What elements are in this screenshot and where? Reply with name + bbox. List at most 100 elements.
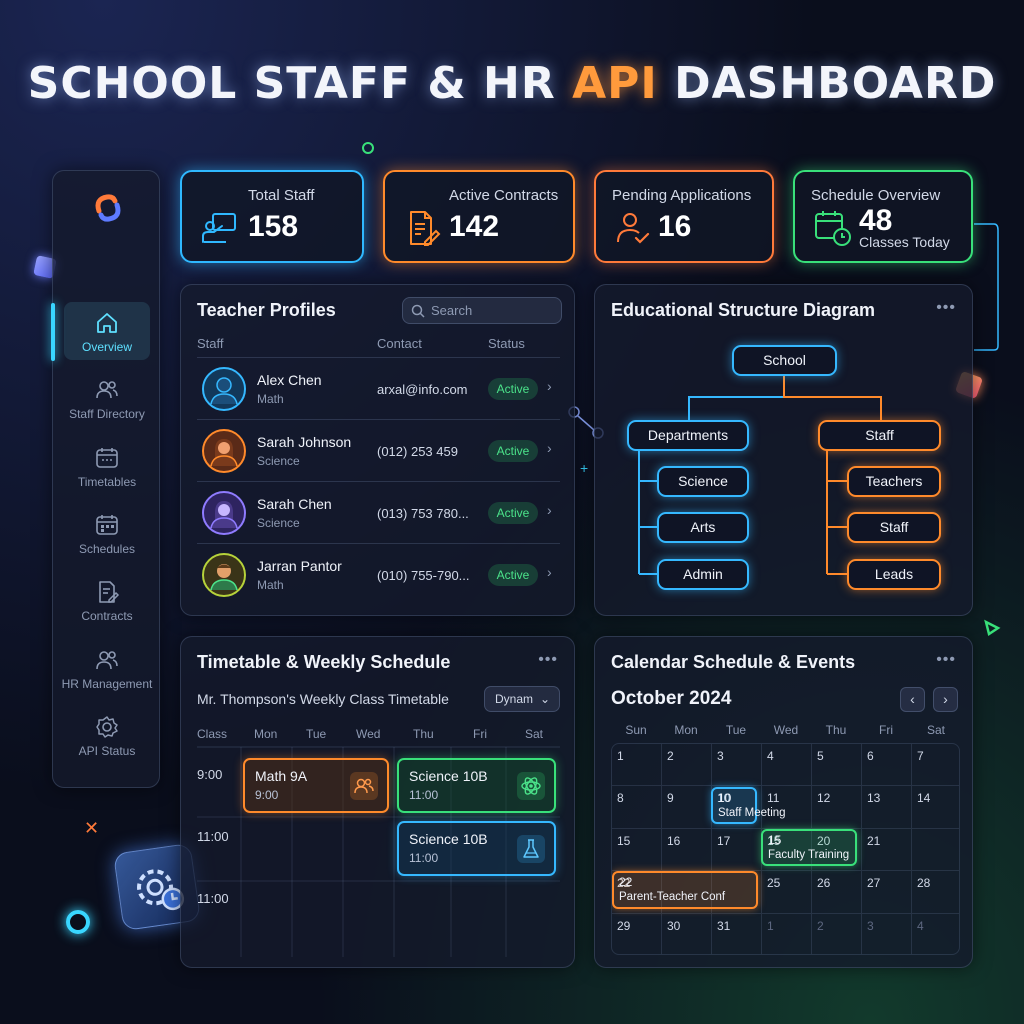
status-badge: Active: [488, 378, 538, 400]
diagram-node-staff[interactable]: Staff: [818, 420, 941, 451]
timetable-panel: Timetable & Weekly Schedule ••• Mr. Thom…: [180, 636, 575, 968]
sidebar-item-hr-management[interactable]: HR Management: [57, 643, 157, 705]
sidebar-item-contracts[interactable]: Contracts: [57, 575, 157, 637]
calendar-day-cell[interactable]: 14: [912, 786, 959, 829]
calendar-panel: Calendar Schedule & Events ••• October 2…: [594, 636, 973, 968]
event-day: 22: [619, 875, 633, 889]
calendar-day-cell[interactable]: 25: [762, 871, 812, 914]
chevron-right-icon[interactable]: ›: [547, 440, 552, 456]
calendar-day-cell[interactable]: 28: [912, 871, 959, 914]
avatar: [202, 491, 246, 535]
diagram-node-arts[interactable]: Arts: [657, 512, 749, 543]
chevron-right-icon[interactable]: ›: [547, 502, 552, 518]
search-icon: [411, 304, 425, 318]
chevron-right-icon[interactable]: ›: [547, 378, 552, 394]
calendar-day-cell[interactable]: 21: [862, 828, 912, 872]
stat-card-active-contracts[interactable]: Active Contracts 142: [383, 170, 575, 263]
calendar-day-cell[interactable]: 26: [812, 871, 862, 914]
teacher-subject: Math: [257, 578, 284, 592]
calendar-grid-icon: [96, 515, 118, 535]
atom-icon: [517, 772, 545, 800]
diagram-node-staff-sub[interactable]: Staff: [847, 512, 941, 543]
sidebar-item-api-status[interactable]: API Status: [57, 710, 157, 772]
diagram-node-school[interactable]: School: [732, 345, 837, 376]
calendar-day-cell[interactable]: 31: [712, 913, 762, 954]
calendar-grid: 1 2 3 4 5 6 7 8 9 10 11 12 13 14 15 16 17 15 20 21 22 25 26 27 2…: [611, 743, 960, 955]
sidebar-item-label: Staff Directory: [69, 407, 145, 421]
calendar-day-cell[interactable]: 4: [762, 744, 812, 787]
calendar-event[interactable]: 10 Staff Meeting: [711, 787, 786, 824]
calendar-day-cell[interactable]: 13: [862, 786, 912, 829]
diagram-node-departments[interactable]: Departments: [627, 420, 749, 451]
table-row[interactable]: Sarah Johnson Science (012) 253 459 Acti…: [197, 419, 560, 481]
class-block[interactable]: Math 9A 9:00: [243, 758, 389, 813]
diagram-node-teachers[interactable]: Teachers: [847, 466, 941, 497]
panel-title: Calendar Schedule & Events: [611, 652, 856, 672]
app-logo-icon: [95, 194, 121, 222]
stat-card-pending-applications[interactable]: Pending Applications 16: [594, 170, 774, 263]
table-row[interactable]: Jarran Pantor Math (010) 755-790... Acti…: [197, 543, 560, 605]
sidebar-item-overview[interactable]: Overview: [64, 302, 150, 360]
class-block[interactable]: Science 10B 11:00: [397, 821, 556, 876]
sidebar-item-schedules[interactable]: Schedules: [57, 508, 157, 570]
calendar-day-cell[interactable]: 27: [862, 871, 912, 914]
prev-month-button[interactable]: ‹: [900, 687, 925, 712]
table-row[interactable]: Alex Chen Math arxal@info.com Active ›: [197, 357, 560, 419]
calendar-day-cell[interactable]: 15: [612, 828, 662, 872]
event-day: 15: [768, 833, 782, 847]
calendar-day-cell[interactable]: 4: [912, 914, 959, 954]
calendar-day-cell[interactable]: 8: [612, 786, 662, 829]
calendar-day-cell[interactable]: 30: [662, 913, 712, 954]
calendar-day-cell[interactable]: 5: [812, 744, 862, 787]
next-month-button[interactable]: ›: [933, 687, 958, 712]
decor-plus-icon: +: [580, 460, 589, 476]
sidebar-item-timetables[interactable]: Timetables: [57, 441, 157, 503]
sidebar-item-label: Schedules: [78, 542, 136, 556]
diagram-node-admin[interactable]: Admin: [657, 559, 749, 590]
sidebar-item-label: HR Management: [61, 677, 153, 691]
stat-label: Pending Applications: [612, 187, 752, 204]
table-row[interactable]: Sarah Chen Science (013) 753 780... Acti…: [197, 481, 560, 543]
more-options-icon[interactable]: •••: [936, 651, 956, 669]
weekday-label: Sat: [926, 723, 945, 737]
diagram-node-science[interactable]: Science: [657, 466, 749, 497]
calendar-day-cell[interactable]: 3: [862, 913, 912, 954]
teacher-contact: arxal@info.com: [377, 382, 468, 397]
calendar-clock-icon: [815, 211, 851, 246]
calendar-day-cell[interactable]: 12: [812, 786, 862, 829]
calendar-day-cell[interactable]: 1: [612, 744, 662, 787]
stat-sub-label: Classes Today: [859, 234, 950, 250]
teacher-profiles-panel: Teacher Profiles Search Staff Contact St…: [180, 284, 575, 616]
calendar-day-cell[interactable]: 16: [662, 828, 712, 872]
sidebar-item-staff-directory[interactable]: Staff Directory: [57, 373, 157, 435]
calendar-day-cell[interactable]: 3: [712, 744, 762, 787]
teacher-subject: Science: [257, 516, 300, 530]
calendar-day-cell[interactable]: 2: [662, 744, 712, 787]
stat-label: Schedule Overview: [811, 187, 941, 204]
chevron-right-icon[interactable]: ›: [547, 564, 552, 580]
calendar-event[interactable]: 15 Faculty Training: [761, 829, 857, 866]
time-label: 9:00: [197, 767, 223, 782]
stat-card-schedule-overview[interactable]: Schedule Overview 48 Classes Today: [793, 170, 973, 263]
calendar-day-cell[interactable]: 17: [712, 828, 762, 872]
avatar: [202, 429, 246, 473]
weekday-label: Fri: [879, 723, 893, 737]
calendar-day-cell[interactable]: 7: [912, 744, 959, 787]
calendar-day-cell[interactable]: 9: [662, 786, 712, 829]
calendar-day-cell[interactable]: 1: [762, 913, 812, 954]
class-block[interactable]: Science 10B 11:00: [397, 758, 556, 813]
calendar-day-cell[interactable]: 6: [862, 744, 912, 787]
users-icon: [96, 381, 118, 399]
diagram-node-leads[interactable]: Leads: [847, 559, 941, 590]
calendar-day-cell[interactable]: 2: [812, 913, 862, 954]
calendar-event[interactable]: 22 Parent-Teacher Conf: [612, 871, 758, 909]
search-input[interactable]: Search: [402, 297, 562, 324]
teacher-name: Sarah Chen: [257, 496, 332, 512]
decor-triangle-icon: [983, 619, 1001, 642]
structure-diagram-panel: Educational Structure Diagram ••• School…: [594, 284, 973, 616]
calendar-day-cell[interactable]: 29: [612, 913, 662, 954]
stat-card-total-staff[interactable]: Total Staff 158: [180, 170, 364, 263]
calendar-day-cell[interactable]: [912, 829, 959, 872]
status-badge: Active: [488, 502, 538, 524]
avatar: [202, 553, 246, 597]
